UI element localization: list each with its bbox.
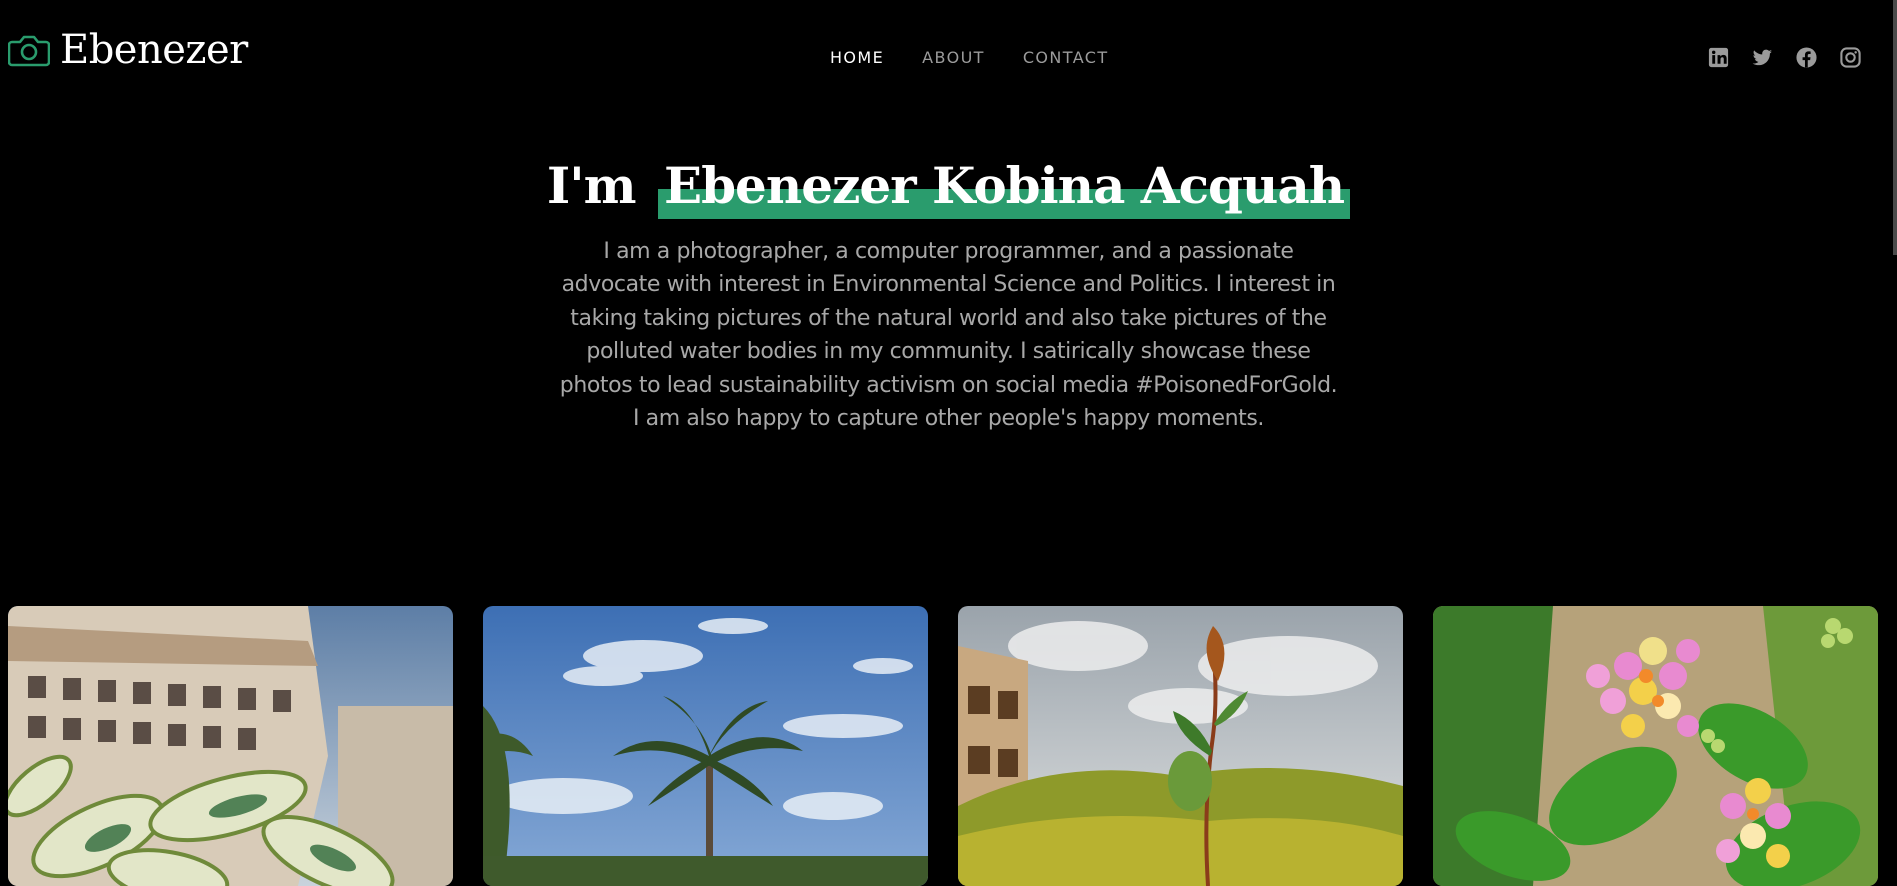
hero-title: I'm Ebenezer Kobina Acquah — [0, 159, 1897, 218]
gallery-photo-shoot[interactable] — [958, 606, 1403, 886]
hero-name-highlight: Ebenezer Kobina Acquah — [657, 159, 1351, 218]
brand-name: Ebenezer — [60, 27, 248, 73]
camera-icon — [7, 32, 51, 68]
nav-about[interactable]: ABOUT — [922, 48, 985, 67]
lantana-flowers-photo — [1433, 606, 1878, 886]
gallery-photo-leaves[interactable] — [8, 606, 453, 886]
hero-name: Ebenezer Kobina Acquah — [663, 156, 1345, 215]
linkedin-icon[interactable] — [1707, 46, 1730, 69]
nav-contact[interactable]: CONTACT — [1023, 48, 1109, 67]
twitter-icon[interactable] — [1751, 46, 1774, 69]
facebook-icon[interactable] — [1795, 46, 1818, 69]
leaves-building-photo — [8, 606, 453, 886]
main-nav: HOME ABOUT CONTACT — [830, 48, 1109, 67]
hero-section: I'm Ebenezer Kobina Acquah I am a photog… — [0, 159, 1897, 436]
instagram-icon[interactable] — [1839, 46, 1862, 69]
site-header: Ebenezer HOME ABOUT CONTACT — [0, 0, 1897, 115]
hero-description: I am a photographer, a computer programm… — [559, 238, 1338, 432]
gallery-photo-palm[interactable] — [483, 606, 928, 886]
social-links — [1707, 46, 1862, 69]
gallery-photo-flowers[interactable] — [1433, 606, 1878, 886]
hero-prefix: I'm — [546, 156, 637, 215]
palm-trees-photo — [483, 606, 928, 886]
plant-shoot-photo — [958, 606, 1403, 886]
brand-logo[interactable]: Ebenezer — [7, 27, 248, 73]
nav-home[interactable]: HOME — [830, 48, 884, 67]
photo-gallery — [8, 606, 1878, 886]
